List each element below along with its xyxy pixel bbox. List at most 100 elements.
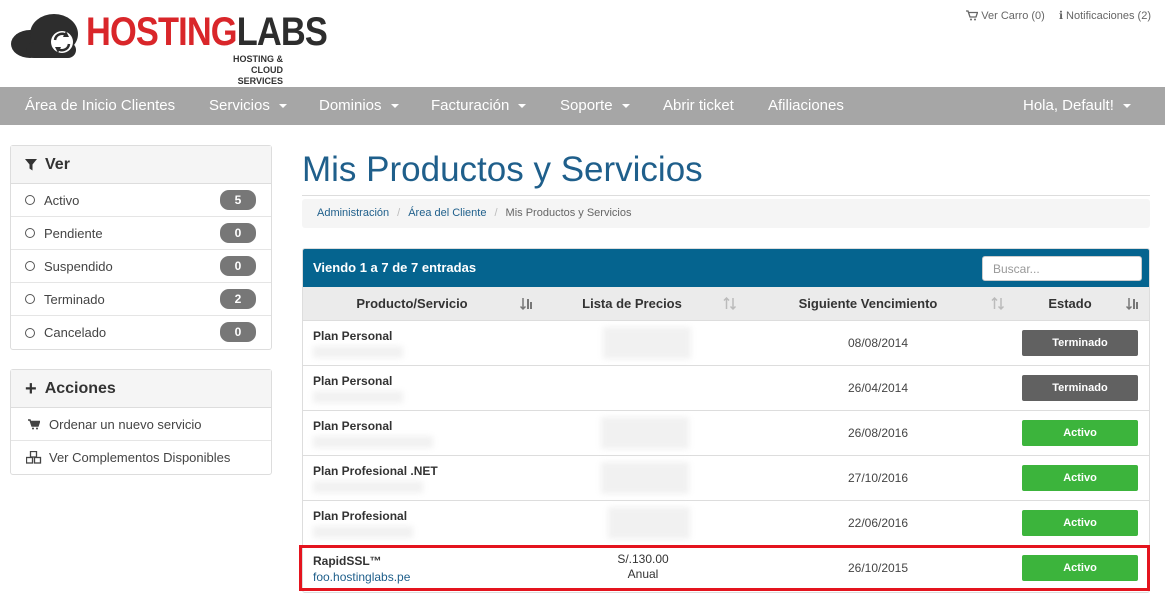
column-header-due-date[interactable]: Siguiente Vencimiento	[781, 287, 955, 321]
radio-icon[interactable]	[25, 327, 35, 338]
column-header-status[interactable]: Estado	[1031, 287, 1109, 321]
filter-panel: Ver Activo 5 Pendiente 0 Suspendido 0 Termi…	[10, 145, 272, 350]
action-view-addons[interactable]: Ver Complementos Disponibles	[11, 441, 271, 474]
redacted-price	[608, 507, 690, 539]
column-header-product[interactable]: Producto/Servicio	[303, 287, 521, 321]
notifications-link[interactable]: ℹ Notificaciones (2)	[1058, 9, 1151, 23]
breadcrumb: Administración / Área del Cliente / Mis Prod…	[302, 199, 1150, 228]
nav-item-domains-label: Dominios	[319, 97, 382, 114]
chevron-down-icon	[1122, 104, 1131, 109]
view-cart-link[interactable]: Ver Carro (0)	[966, 9, 1045, 22]
filter-item-label: Activo	[44, 192, 80, 208]
radio-icon[interactable]	[25, 261, 35, 271]
redacted-domain	[313, 436, 433, 448]
nav-user-menu[interactable]: Hola, Default!	[1023, 87, 1131, 125]
redacted-price	[601, 462, 689, 494]
count-badge: 5	[220, 190, 256, 210]
site-header: HOSTINGLABS HOSTING & CLOUD SERVICES Ver…	[0, 0, 1165, 87]
chevron-down-icon	[518, 104, 527, 109]
brand-tagline-line1: HOSTING &	[232, 54, 283, 64]
table-row[interactable]: Plan Personal 26/08/2016 Activo	[303, 411, 1149, 456]
notifications-label: Notificaciones (2)	[1066, 9, 1151, 22]
status-badge: Activo	[1022, 555, 1138, 581]
filter-item-label: Pendiente	[44, 225, 103, 241]
table-toolbar: Viendo 1 a 7 de 7 entradas	[303, 249, 1149, 287]
nav-item-home[interactable]: Área de Inicio Clientes	[25, 87, 175, 125]
filter-item-terminated[interactable]: Terminado 2	[11, 283, 271, 316]
nav-item-support[interactable]: Soporte	[560, 87, 630, 125]
breadcrumb-link-admin[interactable]: Administración	[317, 207, 389, 219]
filter-panel-title: Ver	[45, 156, 70, 173]
nav-item-billing[interactable]: Facturación	[431, 87, 527, 125]
cubes-icon	[25, 451, 43, 464]
brand-logo[interactable]: HOSTINGLABS HOSTING & CLOUD SERVICES	[10, 8, 328, 86]
nav-item-open-ticket[interactable]: Abrir ticket	[663, 87, 734, 125]
due-date: 26/08/2016	[847, 426, 909, 440]
product-domain-link[interactable]: foo.hostinglabs.pe	[313, 570, 410, 584]
brand-tagline: HOSTING & CLOUD SERVICES	[208, 54, 283, 87]
status-badge: Activo	[1022, 510, 1138, 536]
product-name: Plan Profesional .NET	[313, 464, 438, 478]
filter-item-label: Suspendido	[44, 258, 113, 274]
filter-item-label: Terminado	[44, 291, 105, 307]
info-icon: ℹ	[1058, 10, 1064, 22]
actions-panel: + Acciones Ordenar un nuevo servicio Ver…	[10, 369, 272, 475]
sort-icon[interactable]	[723, 297, 737, 311]
actions-panel-title: Acciones	[44, 380, 116, 397]
breadcrumb-separator: /	[494, 207, 498, 219]
sort-icon[interactable]	[991, 297, 1005, 311]
redacted-domain	[313, 391, 403, 403]
action-order-new-service[interactable]: Ordenar un nuevo servicio	[11, 408, 271, 441]
status-badge: Activo	[1022, 420, 1138, 446]
product-name: Plan Personal	[313, 419, 393, 433]
redacted-domain	[313, 526, 413, 538]
table-row[interactable]: Plan Personal 08/08/2014 Terminado	[303, 321, 1149, 366]
product-name: Plan Personal	[313, 374, 393, 388]
billing-cycle: Anual	[627, 567, 659, 581]
table-row[interactable]: Plan Profesional 22/06/2016 Activo	[303, 501, 1149, 546]
nav-item-services-label: Servicios	[209, 97, 270, 114]
table-info: Viendo 1 a 7 de 7 entradas	[313, 260, 477, 275]
count-badge: 0	[220, 322, 256, 342]
count-badge: 0	[220, 223, 256, 243]
action-label: Ordenar un nuevo servicio	[49, 416, 202, 432]
filter-item-cancelled[interactable]: Cancelado 0	[11, 316, 271, 349]
table-row[interactable]: Plan Personal 26/04/2014 Terminado	[303, 366, 1149, 411]
nav-item-domains[interactable]: Dominios	[319, 87, 399, 125]
radio-icon[interactable]	[25, 294, 35, 304]
due-date: 27/10/2016	[847, 471, 909, 485]
chevron-down-icon	[621, 104, 630, 109]
nav-item-home-label: Área de Inicio Clientes	[25, 97, 176, 114]
sort-desc-icon[interactable]	[520, 297, 534, 311]
product-name: Plan Personal	[313, 329, 393, 343]
nav-item-affiliates[interactable]: Afiliaciones	[768, 87, 844, 125]
table-row[interactable]: RapidSSL™ foo.hostinglabs.pe S/.130.00 A…	[303, 546, 1149, 591]
plus-icon: +	[25, 377, 37, 400]
brand-name: HOSTINGLABS	[86, 10, 328, 54]
nav-item-open-ticket-label: Abrir ticket	[663, 97, 734, 114]
status-badge: Activo	[1022, 465, 1138, 491]
table-row[interactable]: Plan Profesional .NET 27/10/2016 Activo	[303, 456, 1149, 501]
filter-item-suspended[interactable]: Suspendido 0	[11, 250, 271, 283]
filter-item-pending[interactable]: Pendiente 0	[11, 217, 271, 250]
column-header-price[interactable]: Lista de Precios	[573, 287, 691, 321]
count-badge: 0	[220, 256, 256, 276]
breadcrumb-current: Mis Productos y Servicios	[505, 207, 632, 219]
radio-icon[interactable]	[25, 195, 35, 205]
breadcrumb-link-client-area[interactable]: Área del Cliente	[408, 207, 486, 219]
title-divider	[302, 195, 1150, 196]
due-date: 22/06/2016	[847, 516, 909, 530]
product-name: Plan Profesional	[313, 509, 408, 523]
nav-user-label: Hola, Default!	[1023, 97, 1114, 114]
table-search-input[interactable]	[982, 256, 1142, 281]
cart-icon	[25, 418, 43, 430]
sort-desc-icon[interactable]	[1126, 297, 1140, 311]
filter-panel-header: Ver	[11, 146, 271, 184]
top-links: Ver Carro (0) ℹ Notificaciones (2)	[966, 9, 1151, 22]
filter-item-label: Cancelado	[44, 325, 107, 340]
redacted-domain	[313, 481, 423, 493]
radio-icon[interactable]	[25, 228, 35, 238]
status-badge: Terminado	[1022, 375, 1138, 401]
filter-item-active[interactable]: Activo 5	[11, 184, 271, 217]
nav-item-services[interactable]: Servicios	[209, 87, 287, 125]
